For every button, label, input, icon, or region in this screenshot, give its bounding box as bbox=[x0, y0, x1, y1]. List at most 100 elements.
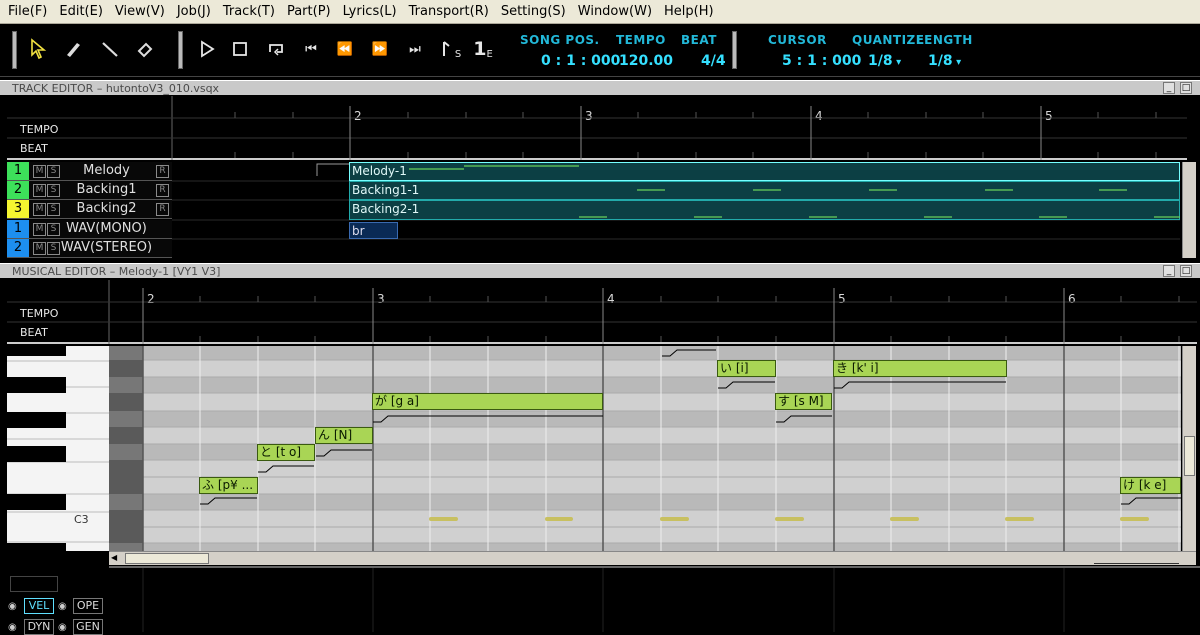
song-pos-label: SONG POS. bbox=[520, 33, 600, 47]
mute-button[interactable]: M bbox=[33, 223, 46, 236]
rewind-icon[interactable]: ⏪ bbox=[332, 34, 358, 64]
end-marker-sub: E bbox=[486, 48, 493, 60]
note-su[interactable]: す [s M] bbox=[775, 393, 832, 410]
end-marker-button[interactable]: 1 E bbox=[470, 34, 496, 64]
track-ruler-ticks bbox=[7, 96, 1187, 160]
note-lyric: き [k' i] bbox=[836, 361, 879, 375]
menu-window[interactable]: Window(W) bbox=[572, 4, 658, 19]
tempo-value[interactable]: 120.00 bbox=[619, 53, 673, 69]
note-i[interactable]: い [i] bbox=[717, 360, 776, 377]
track-ruler: TEMPO BEAT 2 3 4 5 bbox=[7, 96, 1187, 160]
length-label: LENGTH bbox=[916, 33, 973, 47]
track-name: Backing1 bbox=[76, 182, 137, 197]
menu-part[interactable]: Part(P) bbox=[281, 4, 337, 19]
record-button[interactable]: R bbox=[156, 184, 169, 197]
note-fu[interactable]: ふ [p¥ ... bbox=[199, 477, 258, 494]
eraser-tool-icon[interactable] bbox=[132, 34, 158, 64]
toolbar-grip[interactable] bbox=[732, 31, 737, 69]
note-lyric: い [i] bbox=[720, 361, 749, 375]
mute-button[interactable]: M bbox=[33, 165, 46, 178]
forward-to-end-icon[interactable]: ⏭ bbox=[402, 34, 428, 64]
mute-button[interactable]: M bbox=[33, 242, 46, 255]
menu-setting[interactable]: Setting(S) bbox=[495, 4, 572, 19]
piano-roll-grid[interactable]: ふ [p¥ ... と [t o] ん [N] が [g a] い [i] す … bbox=[109, 346, 1181, 551]
stop-icon[interactable] bbox=[227, 34, 253, 64]
menu-help[interactable]: Help(H) bbox=[658, 4, 720, 19]
track-row-backing1[interactable]: 2 M S Backing1 R bbox=[7, 181, 172, 200]
pencil-tool-icon[interactable] bbox=[60, 34, 86, 64]
menu-edit[interactable]: Edit(E) bbox=[53, 4, 109, 19]
cursor-value: 5 : 1 : 000 bbox=[782, 53, 862, 69]
mute-button[interactable]: M bbox=[33, 203, 46, 216]
control-value-box bbox=[10, 576, 58, 592]
scroll-left-icon[interactable]: ◀ bbox=[111, 553, 121, 564]
gen-button[interactable]: GEN bbox=[73, 619, 103, 635]
menu-transport[interactable]: Transport(R) bbox=[403, 4, 495, 19]
track-vscrollbar[interactable] bbox=[1182, 162, 1196, 258]
loop-icon[interactable] bbox=[263, 34, 289, 64]
menu-view[interactable]: View(V) bbox=[109, 4, 171, 19]
note-ki[interactable]: き [k' i] bbox=[833, 360, 1007, 377]
play-icon[interactable] bbox=[194, 34, 220, 64]
quantize-dropdown[interactable]: 1/8 bbox=[868, 53, 901, 69]
toolbar-grip[interactable] bbox=[12, 31, 17, 69]
fast-forward-icon[interactable]: ⏩ bbox=[367, 34, 393, 64]
menu-job[interactable]: Job(J) bbox=[171, 4, 217, 19]
start-marker-button[interactable]: S bbox=[437, 34, 463, 64]
scrollbar-thumb[interactable] bbox=[125, 553, 209, 564]
track-number: 3 bbox=[7, 200, 29, 218]
menu-file[interactable]: File(F) bbox=[2, 4, 53, 19]
ope-button[interactable]: OPE bbox=[73, 598, 103, 614]
musical-ruler: TEMPO BEAT 2 3 4 5 6 bbox=[7, 280, 1197, 344]
song-pos-value: 0 : 1 : 000 bbox=[541, 53, 621, 69]
control-grid bbox=[142, 568, 1065, 632]
maximize-icon[interactable]: □ bbox=[1180, 265, 1192, 277]
maximize-icon[interactable]: □ bbox=[1180, 82, 1192, 94]
arrow-tool-icon[interactable] bbox=[26, 34, 52, 64]
record-button[interactable]: R bbox=[156, 165, 169, 178]
rewind-to-start-icon[interactable]: ⏮ bbox=[298, 34, 324, 64]
wav-part[interactable]: br bbox=[349, 222, 398, 239]
toolbar: ⏮ ⏪ ⏩ ⏭ S 1 E SONG POS. 0 : 1 : 000 TEMP… bbox=[0, 24, 1200, 77]
note-n[interactable]: ん [N] bbox=[315, 427, 373, 444]
scrollbar-thumb[interactable] bbox=[1184, 436, 1195, 476]
minimize-icon[interactable]: _ bbox=[1163, 265, 1175, 277]
note-ga[interactable]: が [g a] bbox=[372, 393, 603, 410]
record-button[interactable]: R bbox=[156, 203, 169, 216]
vel-button[interactable]: VEL bbox=[24, 598, 54, 614]
note-ke[interactable]: け [k e] bbox=[1120, 477, 1181, 494]
track-editor-title: TRACK EDITOR – hutontoV3_010.vsqx bbox=[0, 80, 1200, 95]
menu-lyrics[interactable]: Lyrics(L) bbox=[337, 4, 403, 19]
toolbar-grip[interactable] bbox=[178, 31, 183, 69]
part-note-preview bbox=[409, 165, 1180, 218]
eye-icon[interactable]: ◉ bbox=[8, 622, 17, 633]
piano-roll-hscrollbar[interactable]: ◀ bbox=[109, 551, 1196, 565]
minimize-icon[interactable]: _ bbox=[1163, 82, 1175, 94]
eye-icon[interactable]: ◉ bbox=[58, 601, 67, 612]
track-name: WAV(STEREO) bbox=[60, 240, 153, 255]
track-name: Melody bbox=[83, 163, 130, 178]
eye-icon[interactable]: ◉ bbox=[58, 622, 67, 633]
menu-track[interactable]: Track(T) bbox=[217, 4, 281, 19]
length-dropdown[interactable]: 1/8 bbox=[928, 53, 961, 69]
track-row-melody[interactable]: 1 M S Melody R bbox=[7, 162, 172, 181]
eye-icon[interactable]: ◉ bbox=[8, 601, 17, 612]
piano-keyboard[interactable]: C3 bbox=[7, 346, 109, 551]
mute-button[interactable]: M bbox=[33, 184, 46, 197]
dyn-button[interactable]: DYN bbox=[24, 619, 54, 635]
track-area: Melody-1 Backing1-1 Backing2-1 br bbox=[172, 162, 1180, 258]
track-row-wav-stereo[interactable]: 2 M S WAV(STEREO) bbox=[7, 239, 172, 258]
note-lyric: す [s M] bbox=[778, 394, 824, 408]
track-row-backing2[interactable]: 3 M S Backing2 R bbox=[7, 200, 172, 219]
track-number: 2 bbox=[7, 239, 29, 257]
control-track bbox=[109, 566, 1200, 632]
note-to[interactable]: と [t o] bbox=[257, 444, 315, 461]
zoom-slider[interactable] bbox=[1094, 553, 1179, 564]
part-name: br bbox=[352, 224, 365, 238]
piano-roll-vscrollbar[interactable] bbox=[1182, 346, 1196, 551]
end-marker-label: 1 bbox=[473, 38, 487, 60]
track-name: Backing2 bbox=[76, 201, 137, 216]
beat-value[interactable]: 4/4 bbox=[701, 53, 726, 69]
line-tool-icon[interactable] bbox=[97, 34, 123, 64]
track-row-wav-mono[interactable]: 1 M S WAV(MONO) bbox=[7, 220, 172, 239]
